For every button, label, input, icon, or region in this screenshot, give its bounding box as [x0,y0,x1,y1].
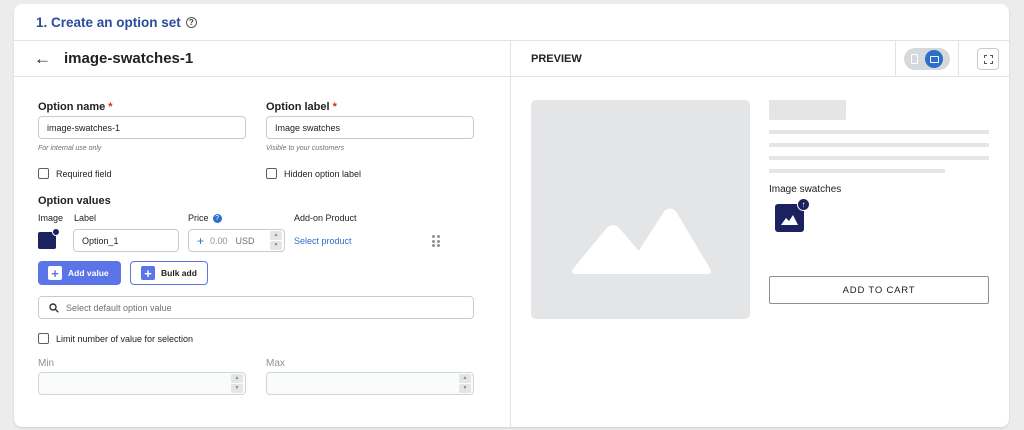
fullscreen-icon[interactable] [977,48,999,70]
plus-icon: + [197,233,205,248]
device-toggle-pill [904,48,950,70]
title-skeleton [769,100,846,120]
required-field-label: Required field [56,169,112,179]
required-field-checkbox[interactable] [38,168,49,179]
search-icon [49,302,59,313]
mobile-icon[interactable] [910,54,918,64]
max-label: Max [266,358,285,369]
preview-panel: PREVIEW Image swatches ↑ ADD TO CART [511,41,1009,427]
option-set-name: image-swatches-1 [64,50,194,67]
plus-icon: + [48,266,62,280]
preview-swatch[interactable]: ↑ [775,198,810,232]
text-skeleton-line [769,169,945,173]
back-arrow-icon[interactable]: ← [34,50,51,67]
price-input[interactable]: + 0.00 USD ▲ ▼ [188,229,285,252]
preview-title: PREVIEW [531,52,582,65]
plus-icon: + [141,266,155,280]
text-skeleton-line [769,143,989,147]
text-skeleton-line [769,130,989,134]
value-label-input[interactable]: Option_1 [73,229,179,252]
add-value-button[interactable]: + Add value [38,261,121,285]
preview-option-label: Image swatches [769,184,842,195]
image-placeholder-icon [572,208,711,274]
image-icon[interactable] [38,228,60,249]
option-name-input[interactable]: image-swatches-1 [38,116,246,139]
limit-checkbox[interactable] [38,333,49,344]
max-stepper[interactable]: ▲ ▼ [459,373,471,394]
text-skeleton-line [769,156,989,160]
option-name-hint: For internal use only [38,145,102,152]
select-product-link[interactable]: Select product [294,236,352,246]
desktop-icon[interactable] [925,50,944,68]
price-stepper[interactable]: ▲ ▼ [270,230,282,251]
device-toggle [895,41,959,77]
min-label: Min [38,358,55,369]
bulk-add-button[interactable]: + Bulk add [130,261,208,285]
hidden-label-checkbox[interactable] [266,168,277,179]
min-stepper[interactable]: ▲ ▼ [231,373,243,394]
option-label-input[interactable]: Image swatches [266,116,474,139]
column-label: Label [74,213,97,223]
column-addon: Add-on Product [294,213,357,223]
column-price: Price? [188,213,222,224]
upload-icon: ↑ [797,198,810,211]
option-label-hint: Visible to your customers [266,145,345,152]
help-icon[interactable]: ? [185,16,197,28]
option-editor-panel: ← image-swatches-1 Option name * image-s… [14,41,511,427]
min-input[interactable]: ▲ ▼ [38,372,246,395]
option-set-header: ← image-swatches-1 [14,41,510,77]
drag-handle-icon[interactable] [432,235,440,247]
hidden-label-label: Hidden option label [284,169,362,179]
option-set-card: 1. Create an option set ? ← image-swatch… [14,4,1009,427]
section-title: 1. Create an option set [36,14,181,30]
column-image: Image [38,213,64,223]
limit-label: Limit number of value for selection [56,334,194,344]
add-to-cart-button[interactable]: ADD TO CART [769,276,989,304]
preview-header: PREVIEW [511,41,1009,77]
product-image-placeholder [531,100,750,319]
default-value-search[interactable]: Select default option value [38,296,474,319]
max-input[interactable]: ▲ ▼ [266,372,474,395]
option-label-label: Option label * [266,101,337,113]
card-header: 1. Create an option set ? [14,4,1009,41]
option-values-title: Option values [38,195,111,207]
option-name-label: Option name * [38,101,113,113]
info-icon[interactable]: ? [212,214,222,224]
